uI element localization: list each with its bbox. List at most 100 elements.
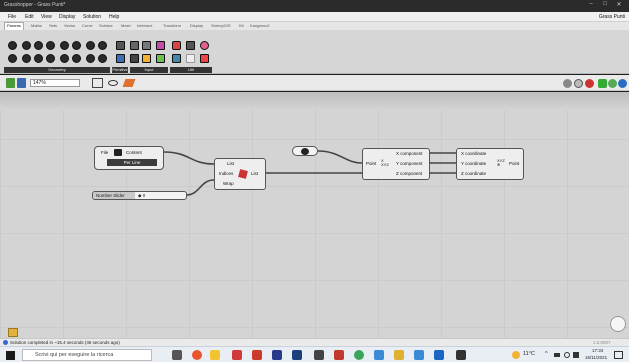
menu-view[interactable]: View [41,14,52,20]
plane-param-icon[interactable] [8,54,17,63]
display-green-icon[interactable] [608,79,617,88]
tab-maths[interactable]: Maths [31,23,42,28]
mesh-param-icon[interactable] [98,41,107,50]
curve-param-icon[interactable] [60,41,69,50]
deconstruct-point-component[interactable]: Point X XYZ X component Y component Z co… [362,148,430,180]
panel-icon[interactable] [142,41,151,50]
canvas-folder-icon[interactable] [8,328,18,337]
rhino-icon[interactable] [314,350,324,360]
tab-vector[interactable]: Vector [64,23,75,28]
boolean-param-icon[interactable] [116,41,125,50]
clock-date[interactable]: 16/11/2021 [585,355,607,360]
save-file-icon[interactable] [17,78,26,88]
tray-chevron-icon[interactable]: ^ [545,351,548,357]
preview-shaded-icon[interactable] [563,79,572,88]
construct-point-component[interactable]: X coordinate Y coordinate Z coordinate X… [456,148,524,180]
task-view-icon[interactable] [172,350,182,360]
panel-geometry[interactable]: Geometry [4,67,110,73]
colour-swatch-icon[interactable] [142,54,151,63]
tab-kit[interactable]: Kit [239,23,244,28]
outlook-icon[interactable] [434,350,444,360]
scribble-icon[interactable] [172,54,181,63]
tab-intersect[interactable]: Intersect [137,23,152,28]
twisted-box-icon[interactable] [60,54,69,63]
panel-primitive[interactable]: Primitive [112,67,128,73]
read-file-component[interactable]: File Content Per Line [94,146,164,170]
file-explorer-icon[interactable] [210,350,220,360]
per-line-option[interactable]: Per Line [107,159,157,166]
gradient-icon[interactable] [156,41,165,50]
list-item-component[interactable]: List Indices Wrap List [214,158,266,190]
tab-mesh[interactable]: Mesh [121,23,131,28]
indesign-icon[interactable] [272,350,282,360]
panel-util[interactable]: Util [170,67,212,73]
grasshopper-icon[interactable] [456,350,466,360]
warning-icon[interactable] [200,54,209,63]
vector-param-icon[interactable] [72,54,81,63]
point-parameter[interactable] [292,146,318,156]
navigation-compass-icon[interactable] [610,316,626,332]
number-slider-icon[interactable] [130,41,139,50]
jump-icon[interactable] [200,41,209,50]
close-button[interactable]: ✕ [612,1,626,8]
windows-start-icon[interactable] [6,351,15,360]
tab-sets[interactable]: Sets [49,23,57,28]
clock-time[interactable]: 17:34 [592,348,603,353]
brep-param-icon[interactable] [22,41,31,50]
tab-display[interactable]: Display [190,23,203,28]
preview-off-icon[interactable] [585,79,594,88]
tab-surface[interactable]: Surface [99,23,113,28]
surface-param-icon[interactable] [46,54,55,63]
zoom-field[interactable]: 147% [30,79,80,87]
tab-curve[interactable]: Curve [82,23,93,28]
boolean-toggle-icon[interactable] [130,54,139,63]
tab-transform[interactable]: Transform [163,23,181,28]
menu-display[interactable]: Display [59,14,75,20]
menu-help[interactable]: Help [109,14,119,20]
tab-shrimpgis[interactable]: ShrimpGIS [211,23,231,28]
field-param-icon[interactable] [86,54,95,63]
menu-solution[interactable]: Solution [83,14,101,20]
colour-param-icon[interactable] [116,54,125,63]
panel-input[interactable]: Input [130,67,168,73]
arrow-icon[interactable] [186,54,195,63]
rectangle-param-icon[interactable] [34,54,43,63]
menu-edit[interactable]: Edit [25,14,34,20]
line-param-icon[interactable] [86,41,95,50]
preview-selected-icon[interactable] [598,79,607,88]
speaker-icon[interactable] [573,352,579,358]
taskbar-search[interactable]: Scrivi qui per eseguire la ricerca [22,349,152,361]
notifications-icon[interactable] [614,351,623,359]
slider-value[interactable]: ◆ 0 [138,193,145,199]
tab-kangaroo2[interactable]: Kangaroo2 [250,23,270,28]
open-file-icon[interactable] [6,78,15,88]
preview-wire-icon[interactable] [574,79,583,88]
circle-param-icon[interactable] [34,41,43,50]
menu-file[interactable]: File [8,14,16,20]
weather-temp[interactable]: 11°C [523,351,535,357]
display-blue-icon[interactable] [618,79,627,88]
zoom-extents-icon[interactable] [92,78,103,88]
group-param-icon[interactable] [72,41,81,50]
maximize-button[interactable]: □ [598,1,612,7]
mail-icon[interactable] [414,350,424,360]
app-blue-icon[interactable] [374,350,384,360]
sketchup-icon[interactable] [394,350,404,360]
cluster-icon[interactable] [172,41,181,50]
arc-param-icon[interactable] [46,41,55,50]
box-param-icon[interactable] [8,41,17,50]
minimize-button[interactable]: – [584,1,598,7]
preview-eye-icon[interactable] [108,80,118,86]
number-slider[interactable]: Number Slider ◆ 0 [92,191,187,200]
image-sampler-icon[interactable] [156,54,165,63]
acrobat-icon[interactable] [232,350,242,360]
transform-param-icon[interactable] [98,54,107,63]
illustrator-icon[interactable] [252,350,262,360]
photoshop-icon[interactable] [292,350,302,360]
wifi-icon[interactable] [564,352,570,358]
qgis-icon[interactable] [354,350,364,360]
relay-icon[interactable] [186,41,195,50]
battery-icon[interactable] [554,353,560,357]
tab-params[interactable]: Params [4,22,24,30]
weather-icon[interactable] [512,351,520,359]
